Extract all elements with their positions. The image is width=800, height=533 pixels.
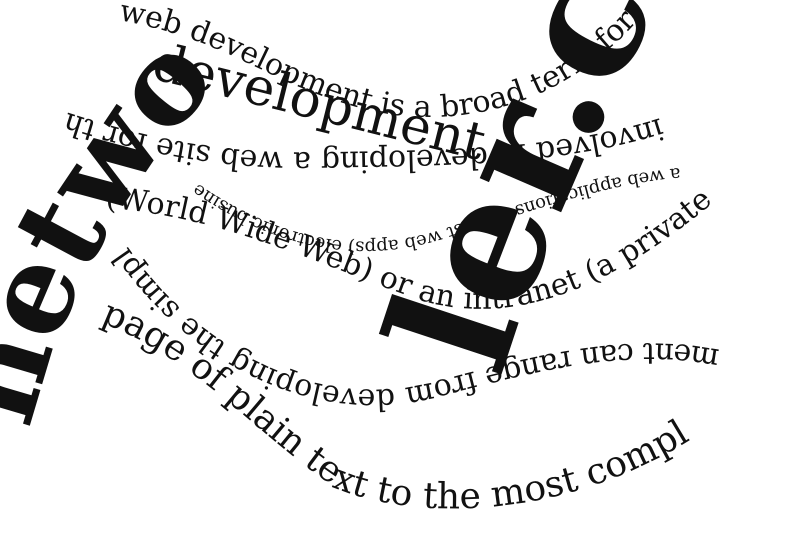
typography-art-canvas: web development is a broad term for the …: [0, 0, 721, 518]
